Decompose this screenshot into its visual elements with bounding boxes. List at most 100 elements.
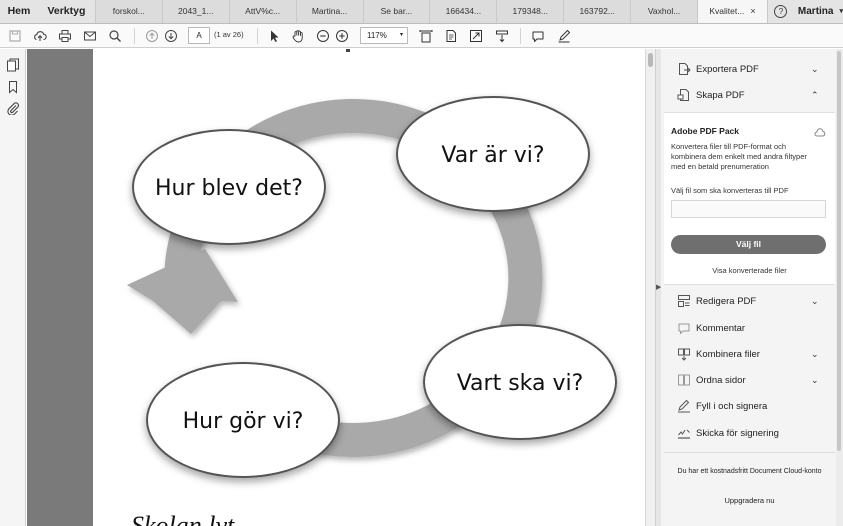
help-icon: ? — [774, 5, 788, 18]
page-up-icon[interactable] — [144, 28, 160, 44]
tool-label: Skapa PDF — [696, 89, 745, 101]
email-icon[interactable] — [82, 28, 98, 44]
tools-pane: Exportera PDF ⌄ Skapa PDF ⌃ Adobe PDF Pa… — [661, 49, 843, 526]
document-page: Hur blev det? Var är vi? Vart ska vi? Hu… — [93, 49, 645, 526]
user-menu[interactable]: Martina ▾ — [794, 0, 843, 23]
doc-tab-6[interactable]: 166434... — [430, 0, 498, 23]
file-select-label: Välj fil som ska konverteras till PDF — [671, 186, 789, 195]
toolbar-divider — [257, 28, 258, 44]
doc-tab-active-label: Kvalitet... — [709, 6, 745, 16]
card-description: Konvertera filer till PDF-format och kom… — [671, 142, 807, 171]
doc-tab-5[interactable]: Se bar... — [363, 0, 431, 23]
tool-label: Fyll i och signera — [696, 400, 768, 412]
tab-home[interactable]: Hem — [0, 0, 38, 23]
tab-bar: Hem Verktyg forskol... 2043_1... AttV%c.… — [0, 0, 843, 24]
page-count: (1 av 26) — [214, 30, 244, 39]
doc-tab-3[interactable]: AttV%c... — [229, 0, 297, 23]
doc-tab-8[interactable]: 163792... — [564, 0, 632, 23]
select-cursor-icon[interactable] — [266, 28, 282, 44]
user-name: Martina — [797, 6, 834, 17]
doc-tab-1[interactable]: forskol... — [95, 0, 163, 23]
send-signature-icon — [677, 426, 691, 440]
chevron-down-icon[interactable]: ⌄ — [811, 64, 819, 75]
fullscreen-icon[interactable] — [468, 28, 484, 44]
page-number-input[interactable]: A — [188, 27, 210, 44]
attachment-icon[interactable] — [6, 101, 20, 116]
pen-icon[interactable] — [556, 28, 572, 44]
tool-create-pdf[interactable]: Skapa PDF ⌃ — [661, 83, 835, 107]
tool-organize-pages[interactable]: Ordna sidor ⌄ — [661, 368, 835, 392]
toolbar-divider — [520, 28, 521, 44]
close-icon[interactable]: × — [750, 0, 755, 23]
document-scrollbar[interactable] — [645, 49, 655, 526]
help-button[interactable]: ? — [768, 0, 794, 23]
create-pdf-icon — [677, 88, 691, 102]
chevron-down-icon[interactable]: ⌄ — [811, 349, 819, 360]
doc-tab-9[interactable]: Vaxhol... — [631, 0, 699, 23]
cloud-upload-icon[interactable] — [32, 28, 48, 44]
comment-icon — [677, 321, 691, 335]
doc-tab-active[interactable]: Kvalitet... × — [698, 0, 768, 23]
chevron-down-icon: ▾ — [399, 32, 403, 38]
tool-export-pdf[interactable]: Exportera PDF ⌄ — [661, 57, 835, 81]
header-fragment — [346, 49, 350, 52]
tool-edit-pdf[interactable]: Redigera PDF ⌄ — [661, 289, 835, 313]
zoom-out-icon[interactable] — [315, 28, 331, 44]
account-promo: Du har ett kostnadsfritt Document Cloud-… — [664, 452, 835, 526]
bookmark-icon[interactable] — [6, 80, 20, 94]
page-down-icon[interactable] — [163, 28, 179, 44]
card-title: Adobe PDF Pack — [671, 126, 740, 136]
scroll-mode-icon[interactable] — [494, 28, 510, 44]
fill-sign-icon — [677, 399, 691, 413]
chevron-down-icon[interactable]: ⌄ — [811, 375, 819, 386]
edit-pdf-icon — [677, 294, 691, 308]
pages-icon[interactable] — [6, 58, 20, 72]
tool-label: Skicka för signering — [696, 427, 779, 439]
cycle-diagram: Hur blev det? Var är vi? Vart ska vi? Hu… — [127, 49, 617, 478]
page-view-icon[interactable] — [443, 28, 459, 44]
tool-label: Kombinera filer — [696, 348, 760, 360]
toolbar: A (1 av 26) 117% ▾ — [0, 24, 843, 48]
bubble-label: Hur blev det? — [155, 176, 303, 201]
toolbar-divider — [134, 28, 135, 44]
tool-label: Ordna sidor — [696, 374, 746, 386]
scrollbar-thumb[interactable] — [648, 53, 653, 67]
comment-icon[interactable] — [530, 28, 546, 44]
zoom-in-icon[interactable] — [334, 28, 350, 44]
pdf-pack-card: Adobe PDF Pack Konvertera filer till PDF… — [664, 112, 835, 285]
show-converted-link[interactable]: Visa konverterade filer — [664, 266, 835, 275]
cloud-icon — [814, 125, 826, 137]
tool-combine-files[interactable]: Kombinera filer ⌄ — [661, 342, 835, 366]
tool-label: Kommentar — [696, 322, 746, 334]
zoom-select[interactable]: 117% ▾ — [360, 27, 408, 44]
chevron-down-icon: ▾ — [839, 8, 843, 15]
combine-files-icon — [677, 347, 691, 361]
hand-tool-icon[interactable] — [290, 28, 306, 44]
doc-tab-7[interactable]: 179348... — [497, 0, 565, 23]
search-icon[interactable] — [107, 28, 123, 44]
bubble-label: Var är vi? — [441, 143, 544, 168]
tool-fill-sign[interactable]: Fyll i och signera — [661, 394, 835, 418]
tools-pane-scrollbar[interactable] — [836, 49, 843, 526]
print-icon[interactable] — [57, 28, 73, 44]
tool-label: Exportera PDF — [696, 63, 759, 75]
doc-tab-2[interactable]: 2043_1... — [162, 0, 230, 23]
scrollbar-thumb[interactable] — [837, 51, 841, 451]
choose-file-button[interactable]: Välj fil — [671, 235, 826, 254]
file-select-field[interactable] — [671, 200, 826, 218]
upgrade-link[interactable]: Uppgradera nu — [664, 496, 835, 505]
zoom-value: 117% — [367, 31, 387, 40]
document-body-text: Skolan lyt — [131, 511, 235, 526]
tool-send-for-signature[interactable]: Skicka för signering — [661, 421, 835, 445]
left-rail — [0, 49, 26, 526]
fit-page-icon[interactable] — [418, 28, 434, 44]
tool-comment[interactable]: Kommentar — [661, 316, 835, 340]
bubble-label: Vart ska vi? — [457, 371, 584, 396]
chevron-down-icon[interactable]: ⌄ — [811, 296, 819, 307]
bubble-label: Hur gör vi? — [183, 409, 304, 434]
save-icon[interactable] — [7, 28, 23, 44]
doc-tab-4[interactable]: Martina... — [296, 0, 364, 23]
chevron-up-icon[interactable]: ⌃ — [811, 90, 819, 101]
tool-label: Redigera PDF — [696, 295, 757, 307]
tab-tools[interactable]: Verktyg — [38, 0, 96, 23]
